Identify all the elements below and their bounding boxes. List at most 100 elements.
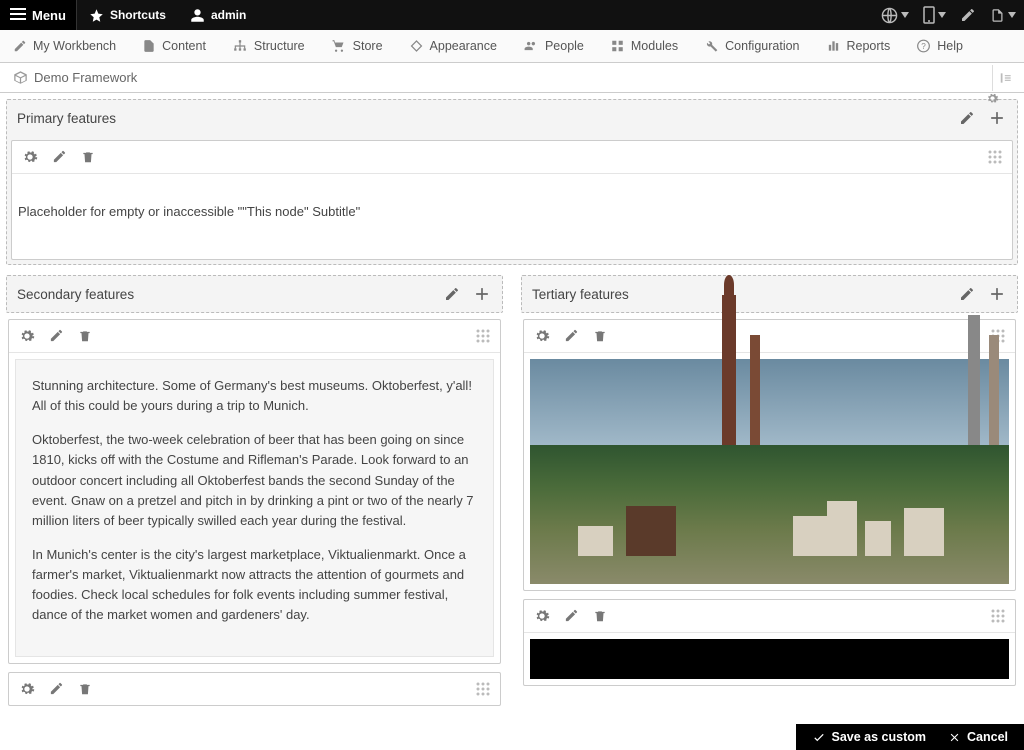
region-tertiary: Tertiary features bbox=[521, 275, 1018, 313]
hamburger-icon bbox=[10, 8, 26, 22]
pencil-icon[interactable] bbox=[444, 286, 460, 302]
caret-down-icon bbox=[938, 12, 946, 18]
pane-article: Stunning architecture. Some of Germany's… bbox=[8, 319, 501, 664]
gear-icon[interactable] bbox=[534, 328, 550, 344]
user-button[interactable]: admin bbox=[178, 0, 258, 30]
cart-icon bbox=[331, 39, 347, 53]
columns: Secondary features bbox=[6, 275, 1018, 708]
cancel-label: Cancel bbox=[967, 730, 1008, 744]
region-title: Secondary features bbox=[17, 287, 134, 302]
caret-down-icon bbox=[901, 12, 909, 18]
menu-button[interactable]: Menu bbox=[0, 0, 77, 30]
article-p3: In Munich's center is the city's largest… bbox=[32, 545, 477, 626]
pencil-icon[interactable] bbox=[52, 149, 67, 164]
save-as-custom-button[interactable]: Save as custom bbox=[812, 730, 927, 744]
trash-icon[interactable] bbox=[78, 328, 92, 344]
drag-handle[interactable] bbox=[476, 329, 490, 343]
pencil-icon[interactable] bbox=[564, 328, 579, 343]
pencil-icon bbox=[960, 7, 976, 23]
pencil-icon[interactable] bbox=[564, 608, 579, 623]
save-bar: Save as custom Cancel bbox=[796, 724, 1024, 750]
plus-icon[interactable] bbox=[472, 284, 492, 304]
placeholder-text: Placeholder for empty or inaccessible ""… bbox=[12, 174, 1012, 259]
menu-label: Menu bbox=[32, 8, 66, 23]
gear-icon[interactable] bbox=[19, 328, 35, 344]
admin-item-label: Reports bbox=[847, 39, 891, 53]
admin-content[interactable]: Content bbox=[129, 30, 219, 62]
pencil-icon[interactable] bbox=[49, 681, 64, 696]
globe-icon bbox=[881, 7, 898, 24]
admin-people[interactable]: People bbox=[510, 30, 597, 62]
admin-reports[interactable]: Reports bbox=[813, 30, 904, 62]
demo-framework-link[interactable]: Demo Framework bbox=[0, 63, 150, 92]
gear-icon[interactable] bbox=[22, 149, 38, 165]
admin-store[interactable]: Store bbox=[318, 30, 396, 62]
save-label: Save as custom bbox=[832, 730, 927, 744]
reports-icon bbox=[826, 39, 841, 53]
trash-icon[interactable] bbox=[81, 149, 95, 165]
admin-configuration[interactable]: Configuration bbox=[691, 30, 812, 62]
demo-framework-label: Demo Framework bbox=[34, 70, 137, 85]
help-icon: ? bbox=[916, 39, 931, 53]
gear-icon[interactable] bbox=[19, 681, 35, 697]
admin-item-label: Help bbox=[937, 39, 963, 53]
admin-my-workbench[interactable]: My Workbench bbox=[0, 30, 129, 62]
drag-handle[interactable] bbox=[476, 682, 490, 696]
toggle-orientation-button[interactable] bbox=[992, 65, 1018, 91]
user-icon bbox=[190, 8, 205, 23]
topbar-left: Menu Shortcuts admin bbox=[0, 0, 258, 30]
edit-button[interactable] bbox=[960, 7, 976, 23]
plus-icon[interactable] bbox=[987, 284, 1007, 304]
globe-button[interactable] bbox=[881, 7, 909, 24]
appearance-icon bbox=[409, 39, 424, 53]
cancel-button[interactable]: Cancel bbox=[948, 730, 1008, 744]
pencil-icon[interactable] bbox=[959, 110, 975, 126]
dark-illustration bbox=[530, 639, 1009, 679]
admin-modules[interactable]: Modules bbox=[597, 30, 691, 62]
wrench-icon bbox=[704, 39, 719, 53]
admin-item-label: People bbox=[545, 39, 584, 53]
pencil-icon[interactable] bbox=[959, 286, 975, 302]
shortcuts-label: Shortcuts bbox=[110, 8, 166, 22]
region-secondary: Secondary features bbox=[6, 275, 503, 313]
gear-icon[interactable] bbox=[534, 608, 550, 624]
pane-dark-image bbox=[523, 599, 1016, 686]
admin-appearance[interactable]: Appearance bbox=[396, 30, 510, 62]
drag-icon bbox=[991, 609, 1005, 623]
drag-handle[interactable] bbox=[991, 609, 1005, 623]
drag-icon bbox=[476, 682, 490, 696]
region-title: Tertiary features bbox=[532, 287, 629, 302]
trash-icon[interactable] bbox=[593, 328, 607, 344]
topbar: Menu Shortcuts admin bbox=[0, 0, 1024, 30]
secondary-bar: Demo Framework bbox=[0, 63, 1024, 93]
pane-city-image bbox=[523, 319, 1016, 591]
page-button[interactable] bbox=[990, 7, 1016, 24]
drag-handle[interactable] bbox=[988, 150, 1002, 164]
toggle-orientation-icon bbox=[999, 71, 1013, 85]
page-icon bbox=[990, 7, 1005, 24]
admin-item-label: Content bbox=[162, 39, 206, 53]
star-icon bbox=[89, 8, 104, 23]
close-icon bbox=[948, 731, 961, 744]
admin-help[interactable]: ? Help bbox=[903, 30, 976, 62]
device-button[interactable] bbox=[923, 6, 946, 24]
admin-structure[interactable]: Structure bbox=[219, 30, 318, 62]
svg-text:?: ? bbox=[922, 42, 927, 51]
people-icon bbox=[523, 39, 539, 53]
col-tertiary: Tertiary features bbox=[521, 275, 1018, 708]
mobile-icon bbox=[923, 6, 935, 24]
structure-icon bbox=[232, 39, 248, 53]
admin-item-label: Store bbox=[353, 39, 383, 53]
shortcuts-button[interactable]: Shortcuts bbox=[77, 0, 178, 30]
trash-icon[interactable] bbox=[593, 608, 607, 624]
file-icon bbox=[142, 39, 156, 53]
check-icon bbox=[812, 730, 826, 744]
admin-item-label: My Workbench bbox=[33, 39, 116, 53]
region-gear-button[interactable] bbox=[986, 92, 999, 105]
pencil-icon[interactable] bbox=[49, 328, 64, 343]
trash-icon[interactable] bbox=[78, 681, 92, 697]
plus-icon[interactable] bbox=[987, 108, 1007, 128]
user-label: admin bbox=[211, 8, 246, 22]
admin-item-label: Configuration bbox=[725, 39, 799, 53]
pencil-icon bbox=[13, 39, 27, 53]
